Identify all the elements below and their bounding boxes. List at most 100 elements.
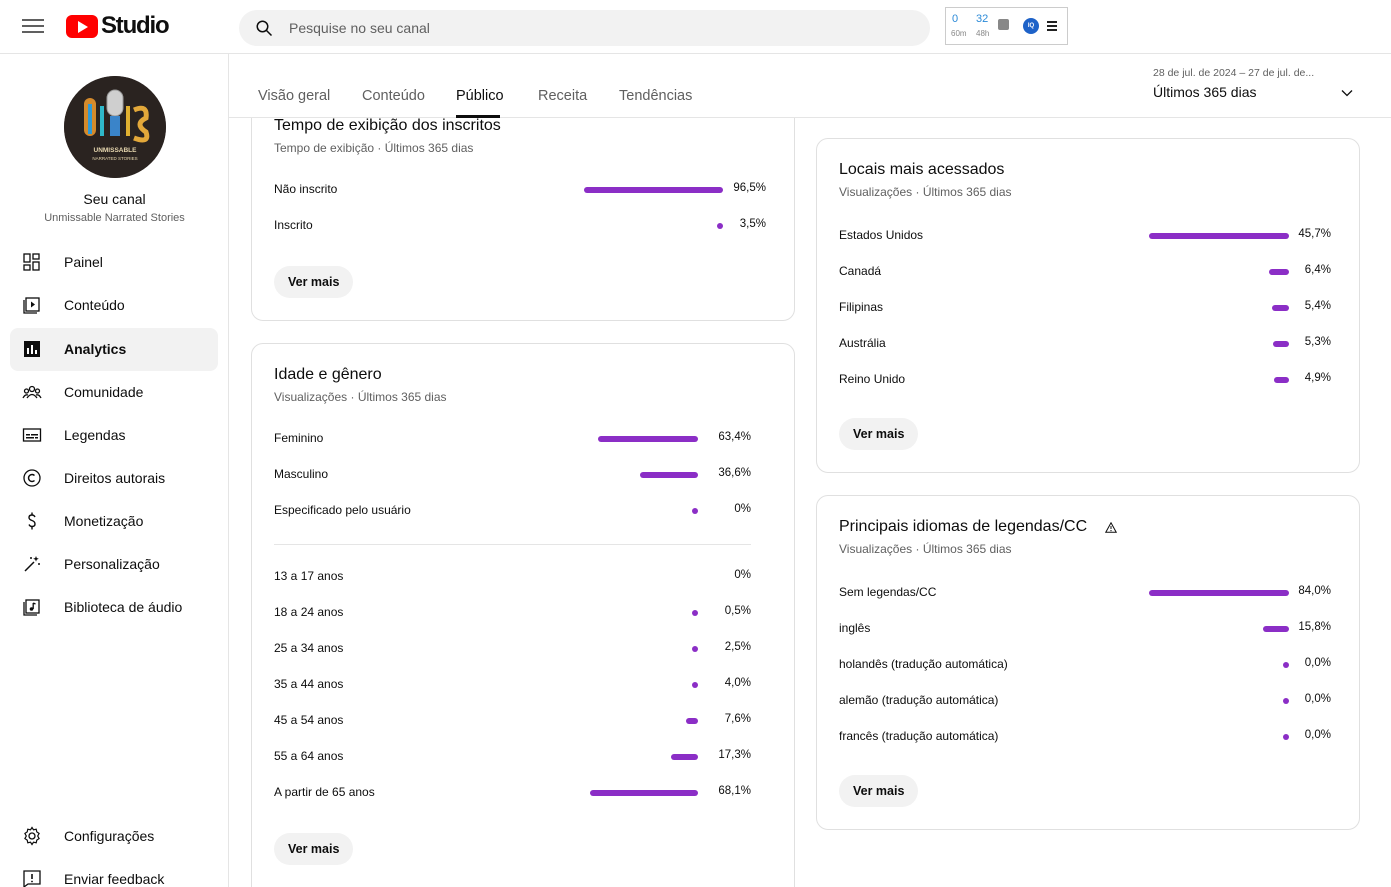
data-row: Inscrito 3,5% [274,216,766,236]
row-label: francês (tradução automática) [839,729,999,743]
percentage-bar [692,646,698,652]
data-row: Estados Unidos 45,7% [839,226,1331,246]
row-label: Austrália [839,336,886,350]
row-label: Reino Unido [839,372,906,386]
sidebar-item-enviar-feedback[interactable]: Enviar feedback [10,858,218,887]
data-row: Masculino 36,6% [274,465,751,485]
percentage-bar [640,472,698,478]
tab-receita[interactable]: Receita [538,88,587,104]
percentage-bar [1149,233,1289,239]
card-title: Principais idiomas de legendas/CC [839,518,1088,535]
sidebar-item-configuracoes[interactable]: Configurações [10,815,218,858]
sidebar-item-comunidade[interactable]: Comunidade [10,371,218,414]
tab-tendencias[interactable]: Tendências [619,88,692,104]
row-percentage: 45,7% [1298,228,1331,240]
see-more-button[interactable]: Ver mais [839,418,919,450]
row-label: Masculino [274,467,329,481]
svg-text:NARRATED STORIES: NARRATED STORIES [92,156,137,161]
row-percentage: 0,0% [1304,657,1331,669]
row-label: 25 a 34 anos [274,641,344,655]
card-subtitle: Visualizações · Últimos 365 dias [839,185,1012,199]
row-percentage: 4,0% [724,677,751,689]
analytics-icon [24,341,40,357]
search-icon[interactable] [255,19,273,37]
data-row: Sem legendas/CC 84,0% [839,583,1331,603]
sidebar-item-legendas[interactable]: Legendas [10,414,218,457]
sidebar-item-direitos-autorais[interactable]: Direitos autorais [10,457,218,500]
ext-value-2: 32 [976,13,989,25]
row-percentage: 84,0% [1298,585,1331,597]
top-bar: Studio 0 60m 32 48h IQ [0,0,1391,54]
tab-publico[interactable]: Público [456,88,504,104]
analytics-tabs-bar: Visão geral Conteúdo Público Receita Ten… [229,54,1391,118]
row-label: Especificado pelo usuário [274,503,411,517]
sidebar-item-analytics[interactable]: Analytics [10,328,218,371]
percentage-bar [1149,590,1289,596]
percentage-bar [692,610,698,616]
sidebar-item-label: Direitos autorais [64,470,166,486]
percentage-bar [692,508,698,514]
sidebar-item-label: Biblioteca de áudio [64,599,183,615]
warning-icon[interactable] [1105,522,1117,533]
dollar-icon [28,512,36,530]
row-percentage: 4,9% [1304,372,1331,384]
ext-value-1: 0 [952,13,959,25]
percentage-bar [671,754,698,760]
search-input[interactable] [289,10,889,46]
sidebar: UNMISSABLE NARRATED STORIES Seu canal Un… [0,54,229,887]
row-percentage: 5,4% [1304,300,1331,312]
row-percentage: 15,8% [1298,621,1331,633]
card-subtitle-languages: Principais idiomas de legendas/CC Visual… [816,495,1360,830]
sidebar-item-monetizacao[interactable]: Monetização [10,500,218,543]
see-more-button[interactable]: Ver mais [274,266,354,298]
hamburger-menu-icon[interactable] [22,16,44,36]
row-percentage: 0,0% [1304,729,1331,741]
tab-conteudo[interactable]: Conteúdo [362,88,425,104]
sidebar-item-label: Conteúdo [64,297,125,313]
card-subtitle: Visualizações · Últimos 365 dias [274,390,447,404]
sidebar-item-personalizacao[interactable]: Personalização [10,543,218,586]
sidebar-item-label: Legendas [64,427,126,443]
row-label: 55 a 64 anos [274,749,344,763]
data-row: 18 a 24 anos 0,5% [274,603,751,623]
channel-label: Seu canal [83,191,146,207]
card-title: Tempo de exibição dos inscritos [274,117,501,134]
card-title: Idade e gênero [274,366,382,383]
ext-label-2: 48h [976,29,990,38]
tab-visao-geral[interactable]: Visão geral [258,88,330,104]
channel-avatar[interactable]: UNMISSABLE NARRATED STORIES [64,76,166,178]
row-percentage: 7,6% [724,713,751,725]
see-more-button[interactable]: Ver mais [274,833,354,865]
extension-widget[interactable]: 0 60m 32 48h IQ [945,7,1068,45]
data-row: 45 a 54 anos 7,6% [274,711,751,731]
sidebar-item-painel[interactable]: Painel [10,241,218,284]
channel-logo-icon: UNMISSABLE NARRATED STORIES [64,76,166,178]
channel-name: Unmissable Narrated Stories [44,212,185,224]
sidebar-item-label: Monetização [64,513,144,529]
card-title: Locais mais acessados [839,161,1005,178]
see-more-button[interactable]: Ver mais [839,775,919,807]
studio-wordmark: Studio [101,12,170,39]
audio-library-icon [23,599,40,616]
card-subtitle: Tempo de exibição · Últimos 365 dias [274,141,474,155]
search-bar[interactable] [239,10,930,46]
data-row: Austrália 5,3% [839,334,1331,354]
percentage-bar [598,436,698,442]
date-range-selector[interactable]: 28 de jul. de 2024 – 27 de jul. de... Úl… [1153,67,1353,100]
community-icon [22,385,42,399]
data-row: holandês (tradução automática) 0,0% [839,655,1331,675]
ext-menu-icon[interactable] [1047,21,1057,33]
ext-badge-icon[interactable]: IQ [1023,18,1039,34]
sidebar-item-conteudo[interactable]: Conteúdo [10,284,218,327]
youtube-logo-icon [66,14,98,38]
date-range-label: Últimos 365 dias [1153,84,1257,100]
row-percentage: 0,0% [1304,693,1331,705]
row-percentage: 96,5% [733,182,766,194]
card-top-locations: Locais mais acessados Visualizações · Úl… [816,138,1360,473]
row-label: Canadá [839,264,882,278]
studio-logo[interactable]: Studio [66,12,170,40]
data-row: Não inscrito 96,5% [274,180,766,200]
sidebar-item-biblioteca-de-audio[interactable]: Biblioteca de áudio [10,586,218,629]
row-percentage: 68,1% [718,785,751,797]
ext-chart-icon[interactable] [998,19,1009,30]
